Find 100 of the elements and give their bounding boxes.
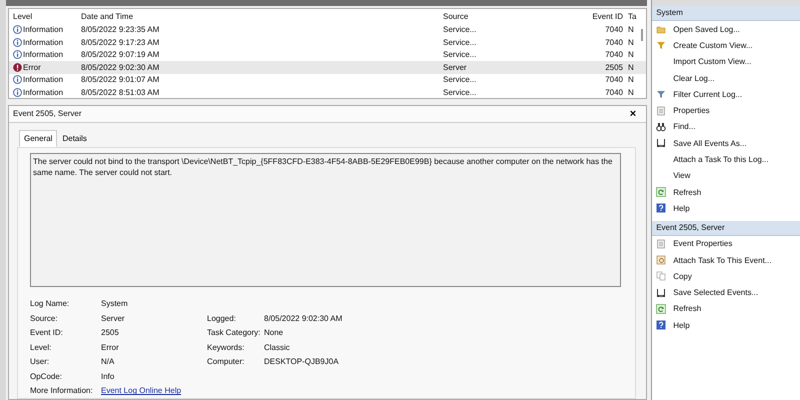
description-box[interactable]: The server could not bind to the transport \Device\NetBT_Tcpip_{5FF83CFD-E383-4F54-8ABB-5E29FEB0E99B} because another computer on the network has the same name. The server could not start. xyxy=(30,152,622,286)
save-icon xyxy=(656,288,666,298)
level-text: Error xyxy=(23,62,41,72)
date-cell-text: 8/05/2022 9:02:30 AM xyxy=(81,62,160,72)
level-text: Information xyxy=(23,25,64,34)
event-row[interactable]: Information 8/05/2022 9:23:35 AM Service... 7040 N xyxy=(9,24,646,36)
refresh-icon xyxy=(656,187,666,198)
refresh-icon xyxy=(656,304,666,314)
date-cell-text: 8/05/2022 9:23:35 AM xyxy=(81,25,160,34)
action-item[interactable]: Help xyxy=(673,320,690,330)
properties-icon xyxy=(656,238,666,249)
field-value: System xyxy=(101,299,129,308)
help-icon xyxy=(656,320,666,330)
section-header[interactable]: Event 2505, Server xyxy=(652,220,800,236)
level-text: Information xyxy=(23,88,64,97)
field-label: Keywords: xyxy=(207,342,246,352)
date-cell-text: 8/05/2022 8:51:03 AM xyxy=(81,88,160,97)
tab[interactable]: General xyxy=(19,130,58,146)
copy-icon xyxy=(656,271,666,282)
source-cell-text: Service... xyxy=(443,25,478,34)
action-item[interactable]: Help xyxy=(673,204,690,213)
panel-title: Event 2505, Server xyxy=(13,109,82,118)
info-icon xyxy=(13,25,22,34)
action-item[interactable]: Attach a Task To this Log... xyxy=(673,155,769,164)
task-cell-text: N xyxy=(628,25,635,34)
field-label: Task Category: xyxy=(207,328,262,338)
action-item[interactable]: Save Selected Events... xyxy=(673,288,758,298)
action-item[interactable]: Save All Events As... xyxy=(673,138,747,148)
task-cell-text: N xyxy=(628,75,635,84)
field-value: Info xyxy=(101,372,116,381)
column-header[interactable]: Event ID xyxy=(553,12,623,20)
column-header[interactable]: Date and Time xyxy=(81,12,443,20)
task-icon xyxy=(656,255,666,265)
level-text: Information xyxy=(23,38,64,47)
help-link[interactable]: Event Log Online Help xyxy=(101,386,264,396)
event-row[interactable]: Error 8/05/2022 9:02:30 AM Server 2505 N xyxy=(9,61,646,74)
event-row[interactable]: Information 8/05/2022 8:51:03 AM Service... 7040 N xyxy=(9,86,646,98)
task-cell-text: N xyxy=(628,62,635,72)
source-cell-text: Service... xyxy=(443,88,478,97)
close-button[interactable]: × xyxy=(624,108,642,120)
action-item[interactable]: Properties xyxy=(673,106,710,116)
properties-icon xyxy=(656,106,666,116)
info-icon xyxy=(13,38,22,47)
info-icon xyxy=(13,50,22,60)
action-item[interactable]: Open Saved Log... xyxy=(673,24,740,34)
field-label: Logged: xyxy=(207,314,237,323)
field-value: Classic xyxy=(264,342,291,352)
field-value: None xyxy=(264,328,284,338)
filter-icon xyxy=(656,89,666,100)
action-item[interactable]: Find... xyxy=(673,122,696,132)
date-cell-text: 8/05/2022 9:01:07 AM xyxy=(81,75,160,84)
folder-icon xyxy=(656,24,666,34)
action-item[interactable]: Attach Task To This Event... xyxy=(673,256,772,264)
event-id-cell-text: 7040 xyxy=(604,25,623,34)
level-text: Information xyxy=(23,75,64,84)
action-item[interactable]: Copy xyxy=(673,272,692,281)
column-header[interactable]: Source xyxy=(443,12,553,20)
field-label: Computer: xyxy=(207,357,246,366)
error-icon xyxy=(13,62,22,72)
section-header[interactable]: System xyxy=(652,6,800,21)
event-id-cell-text: 7040 xyxy=(604,75,623,84)
field-value: 2505 xyxy=(101,328,120,338)
field-label: Source: xyxy=(30,314,59,323)
action-item[interactable]: Clear Log... xyxy=(673,74,715,83)
action-item[interactable]: Import Custom View... xyxy=(673,57,752,66)
field-label: Event ID: xyxy=(30,328,64,338)
save-icon xyxy=(656,138,666,148)
action-item[interactable]: Event Properties xyxy=(673,239,732,248)
info-icon xyxy=(13,75,22,84)
event-row[interactable]: Information 8/05/2022 9:07:19 AM Service... 7040 N xyxy=(9,48,646,61)
action-item[interactable]: Filter Current Log... xyxy=(673,90,742,99)
date-cell-text: 8/05/2022 9:07:19 AM xyxy=(81,50,160,60)
binoculars-icon xyxy=(656,122,666,132)
task-cell-text: N xyxy=(628,38,635,47)
field-value: N/A xyxy=(101,357,116,366)
action-item[interactable]: View xyxy=(673,171,690,180)
field-value: 8/05/2022 9:02:30 AM xyxy=(264,314,344,323)
event-id-cell-text: 2505 xyxy=(604,62,623,72)
date-cell-text: 8/05/2022 9:17:23 AM xyxy=(81,38,160,47)
action-item[interactable]: Refresh xyxy=(673,188,702,197)
event-id-cell-text: 7040 xyxy=(604,38,623,47)
action-item[interactable]: Refresh xyxy=(673,304,702,314)
funnel-icon xyxy=(656,40,666,50)
task-cell-text: N xyxy=(628,50,635,60)
event-id-cell-text: 7040 xyxy=(604,88,623,97)
source-cell-text: Service... xyxy=(443,75,478,84)
event-row[interactable]: Information 8/05/2022 9:01:07 AM Service... 7040 N xyxy=(9,74,646,86)
tab[interactable]: Details xyxy=(57,130,92,146)
field-label: Level: xyxy=(30,342,52,352)
column-header[interactable]: Level xyxy=(13,12,81,20)
event-row[interactable]: Information 8/05/2022 9:17:23 AM Service... 7040 N xyxy=(9,36,646,48)
source-cell-text: Service... xyxy=(443,50,478,60)
field-label: User: xyxy=(30,357,50,366)
field-value: DESKTOP-QJB9J0A xyxy=(264,357,340,366)
column-header[interactable]: Ta xyxy=(628,12,642,20)
field-label: More Information: xyxy=(30,386,94,396)
field-value: Error xyxy=(101,342,120,352)
vertical-scrollbar[interactable] xyxy=(641,28,644,40)
action-item[interactable]: Create Custom View... xyxy=(673,40,753,50)
task-cell-text: N xyxy=(628,88,635,97)
